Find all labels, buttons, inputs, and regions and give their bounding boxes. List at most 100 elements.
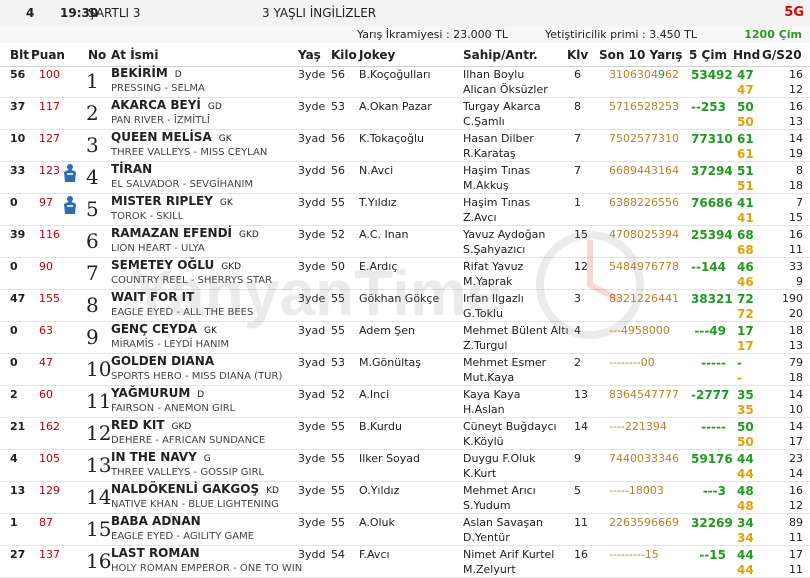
header-age[interactable]: Yaş [298, 48, 321, 62]
horse-name-text[interactable]: IN THE NAVY [111, 450, 197, 464]
horse-row[interactable]: 4 105 13 3yde 55 Ilker Soyad Duygu F.Oluk K.Kur… [0, 450, 810, 482]
horse-name-text[interactable]: LAST ROMAN [111, 546, 200, 560]
horse-trainer[interactable]: H.Aslan [463, 403, 505, 416]
horse-row[interactable]: 13 129 14 3yde 55 O.Yıldız Mehmet Arıcı S.Yudum… [0, 482, 810, 514]
horse-name[interactable]: GENÇ CEYDA GK [111, 322, 217, 336]
header-name[interactable]: At İsmi [111, 48, 158, 62]
horse-owner[interactable]: Duygu F.Oluk [463, 452, 536, 465]
horse-trainer[interactable]: R.Karataş [463, 147, 516, 160]
horse-name-text[interactable]: SEMETEY OĞLU [111, 258, 214, 272]
header-hnd[interactable]: Hnd [733, 48, 760, 62]
horse-name[interactable]: IN THE NAVY G [111, 450, 211, 464]
horse-owner[interactable]: Haşim Tınas [463, 164, 530, 177]
horse-owner[interactable]: Turgay Akarca [463, 100, 541, 113]
header-no[interactable]: No [88, 48, 106, 62]
horse-name[interactable]: AKARCA BEYİ GD [111, 98, 222, 112]
horse-name-text[interactable]: RED KIT [111, 418, 165, 432]
horse-owner[interactable]: Nimet Arif Kurtel [463, 548, 554, 561]
header-gs[interactable]: G/S20 [762, 48, 802, 62]
horse-trainer[interactable]: Z.Turgul [463, 339, 507, 352]
horse-name[interactable]: LAST ROMAN [111, 546, 207, 560]
horse-row[interactable]: 37 117 2 3yde 53 A.Okan Pazar Turgay Akarca C.Ş… [0, 98, 810, 130]
horse-owner[interactable]: Rifat Yavuz [463, 260, 523, 273]
horse-trainer[interactable]: M.Yaprak [463, 275, 513, 288]
horse-jockey[interactable]: Gökhan Gökçe [359, 292, 439, 305]
header-kilo[interactable]: Kilo [331, 48, 357, 62]
horse-jockey[interactable]: A.Inci [359, 388, 389, 401]
horse-trainer[interactable]: Mut.Kaya [463, 371, 514, 384]
horse-jockey[interactable]: A.Oluk [359, 516, 395, 529]
horse-name[interactable]: RED KIT GKD [111, 418, 191, 432]
header-puan[interactable]: Puan [31, 48, 65, 62]
header-sahip[interactable]: Sahip/Antr. [463, 48, 538, 62]
horse-trainer[interactable]: Z.Avcı [463, 211, 497, 224]
horse-owner[interactable]: Haşim Tınas [463, 196, 530, 209]
horse-trainer[interactable]: K.Köylü [463, 435, 504, 448]
horse-row[interactable]: 47 155 8 3yde 55 Gökhan Gökçe Irfan Ilgazlı G.T… [0, 290, 810, 322]
horse-name-text[interactable]: WAIT FOR IT [111, 290, 194, 304]
horse-jockey[interactable]: E.Ardıç [359, 260, 397, 273]
horse-trainer[interactable]: Alican Öksüzler [463, 83, 548, 96]
horse-name-text[interactable]: AKARCA BEYİ [111, 98, 201, 112]
horse-owner[interactable]: Irfan Ilgazlı [463, 292, 524, 305]
horse-jockey[interactable]: N.Avci [359, 164, 393, 177]
horse-jockey[interactable]: A.C. Inan [359, 228, 408, 241]
horse-trainer[interactable]: S.Şahyazıcı [463, 243, 525, 256]
horse-row[interactable]: 21 162 12 3yde 55 B.Kurdu Cüneyt Buğdaycı K.Köy… [0, 418, 810, 450]
horse-owner[interactable]: Cüneyt Buğdaycı [463, 420, 557, 433]
horse-name-text[interactable]: GENÇ CEYDA [111, 322, 197, 336]
horse-name[interactable]: MISTER RIPLEY GK [111, 194, 233, 208]
horse-name-text[interactable]: YAĞMURUM [111, 386, 190, 400]
horse-name[interactable]: BABA ADNAN [111, 514, 208, 528]
horse-name-text[interactable]: GOLDEN DIANA [111, 354, 214, 368]
header-son10[interactable]: Son 10 Yarış [599, 48, 682, 62]
header-jokey[interactable]: Jokey [359, 48, 395, 62]
horse-name-text[interactable]: TİRAN [111, 162, 152, 176]
horse-row[interactable]: 0 47 10 3yad 53 M.Gönültaş Mehmet Esmer Mut.Kay… [0, 354, 810, 386]
horse-row[interactable]: 10 127 3 3yad 56 K.Tokaçoğlu Hasan Dilber R.Kar… [0, 130, 810, 162]
horse-jockey[interactable]: B.Kurdu [359, 420, 402, 433]
horse-name-text[interactable]: RAMAZAN EFENDİ [111, 226, 232, 240]
horse-owner[interactable]: Mehmet Bülent Altı [463, 324, 569, 337]
horse-jockey[interactable]: A.Okan Pazar [359, 100, 432, 113]
horse-row[interactable]: 0 63 9 3yad 55 Adem Şen Mehmet Bülent Altı Z.Tu… [0, 322, 810, 354]
horse-row[interactable]: 33 123 4 3ydd 56 N.Avci Haşim Tınas M.Akkuş 7 372… [0, 162, 810, 194]
horse-jockey[interactable]: T.Yıldız [359, 196, 397, 209]
horse-name-text[interactable]: QUEEN MELİSA [111, 130, 212, 144]
horse-name[interactable]: SEMETEY OĞLU GKD [111, 258, 241, 272]
horse-owner[interactable]: Yavuz Aydoğan [463, 228, 545, 241]
horse-trainer[interactable]: C.Şamlı [463, 115, 505, 128]
horse-jockey[interactable]: M.Gönültaş [359, 356, 421, 369]
horse-jockey[interactable]: Adem Şen [359, 324, 415, 337]
horse-owner[interactable]: Ilhan Boylu [463, 68, 524, 81]
horse-row[interactable]: 39 116 6 3yde 52 A.C. Inan Yavuz Aydoğan S.Şahy… [0, 226, 810, 258]
horse-name[interactable]: TİRAN [111, 162, 159, 176]
horse-owner[interactable]: Mehmet Esmer [463, 356, 546, 369]
horse-trainer[interactable]: M.Akkuş [463, 179, 509, 192]
header-klv[interactable]: Klv [567, 48, 588, 62]
horse-name[interactable]: NALDÖKENLİ GAKGOŞ KD [111, 482, 279, 496]
horse-jockey[interactable]: F.Avcı [359, 548, 390, 561]
horse-jockey[interactable]: O.Yıldız [359, 484, 399, 497]
horse-jockey[interactable]: B.Koçoğulları [359, 68, 431, 81]
horse-name-text[interactable]: MISTER RIPLEY [111, 194, 213, 208]
horse-jockey[interactable]: Ilker Soyad [359, 452, 420, 465]
horse-name[interactable]: GOLDEN DIANA [111, 354, 221, 368]
horse-trainer[interactable]: G.Toklu [463, 307, 503, 320]
horse-jockey[interactable]: K.Tokaçoğlu [359, 132, 424, 145]
horse-row[interactable]: 1 87 15 3yde 55 A.Oluk Aslan Savaşan D.Yentür 11… [0, 514, 810, 546]
horse-name[interactable]: YAĞMURUM D [111, 386, 204, 400]
horse-trainer[interactable]: S.Yudum [463, 499, 511, 512]
horse-name[interactable]: WAIT FOR IT [111, 290, 201, 304]
horse-trainer[interactable]: K.Kurt [463, 467, 496, 480]
horse-row[interactable]: 2 60 11 3yad 52 A.Inci Kaya Kaya H.Aslan 13 -2777… [0, 386, 810, 418]
horse-owner[interactable]: Aslan Savaşan [463, 516, 543, 529]
horse-name[interactable]: RAMAZAN EFENDİ GKD [111, 226, 259, 240]
horse-row[interactable]: 56 100 1 3yde 56 B.Koçoğulları Ilhan Boylu Alic… [0, 66, 810, 98]
header-blt[interactable]: Blt [10, 48, 29, 62]
horse-row[interactable]: 27 137 16 3ydd 54 F.Avcı Nimet Arif Kurtel M.Ze… [0, 546, 810, 578]
horse-trainer[interactable]: D.Yentür [463, 531, 510, 544]
horse-name[interactable]: BEKİRİM D [111, 66, 182, 80]
horse-name-text[interactable]: BABA ADNAN [111, 514, 201, 528]
horse-name[interactable]: QUEEN MELİSA GK [111, 130, 232, 144]
